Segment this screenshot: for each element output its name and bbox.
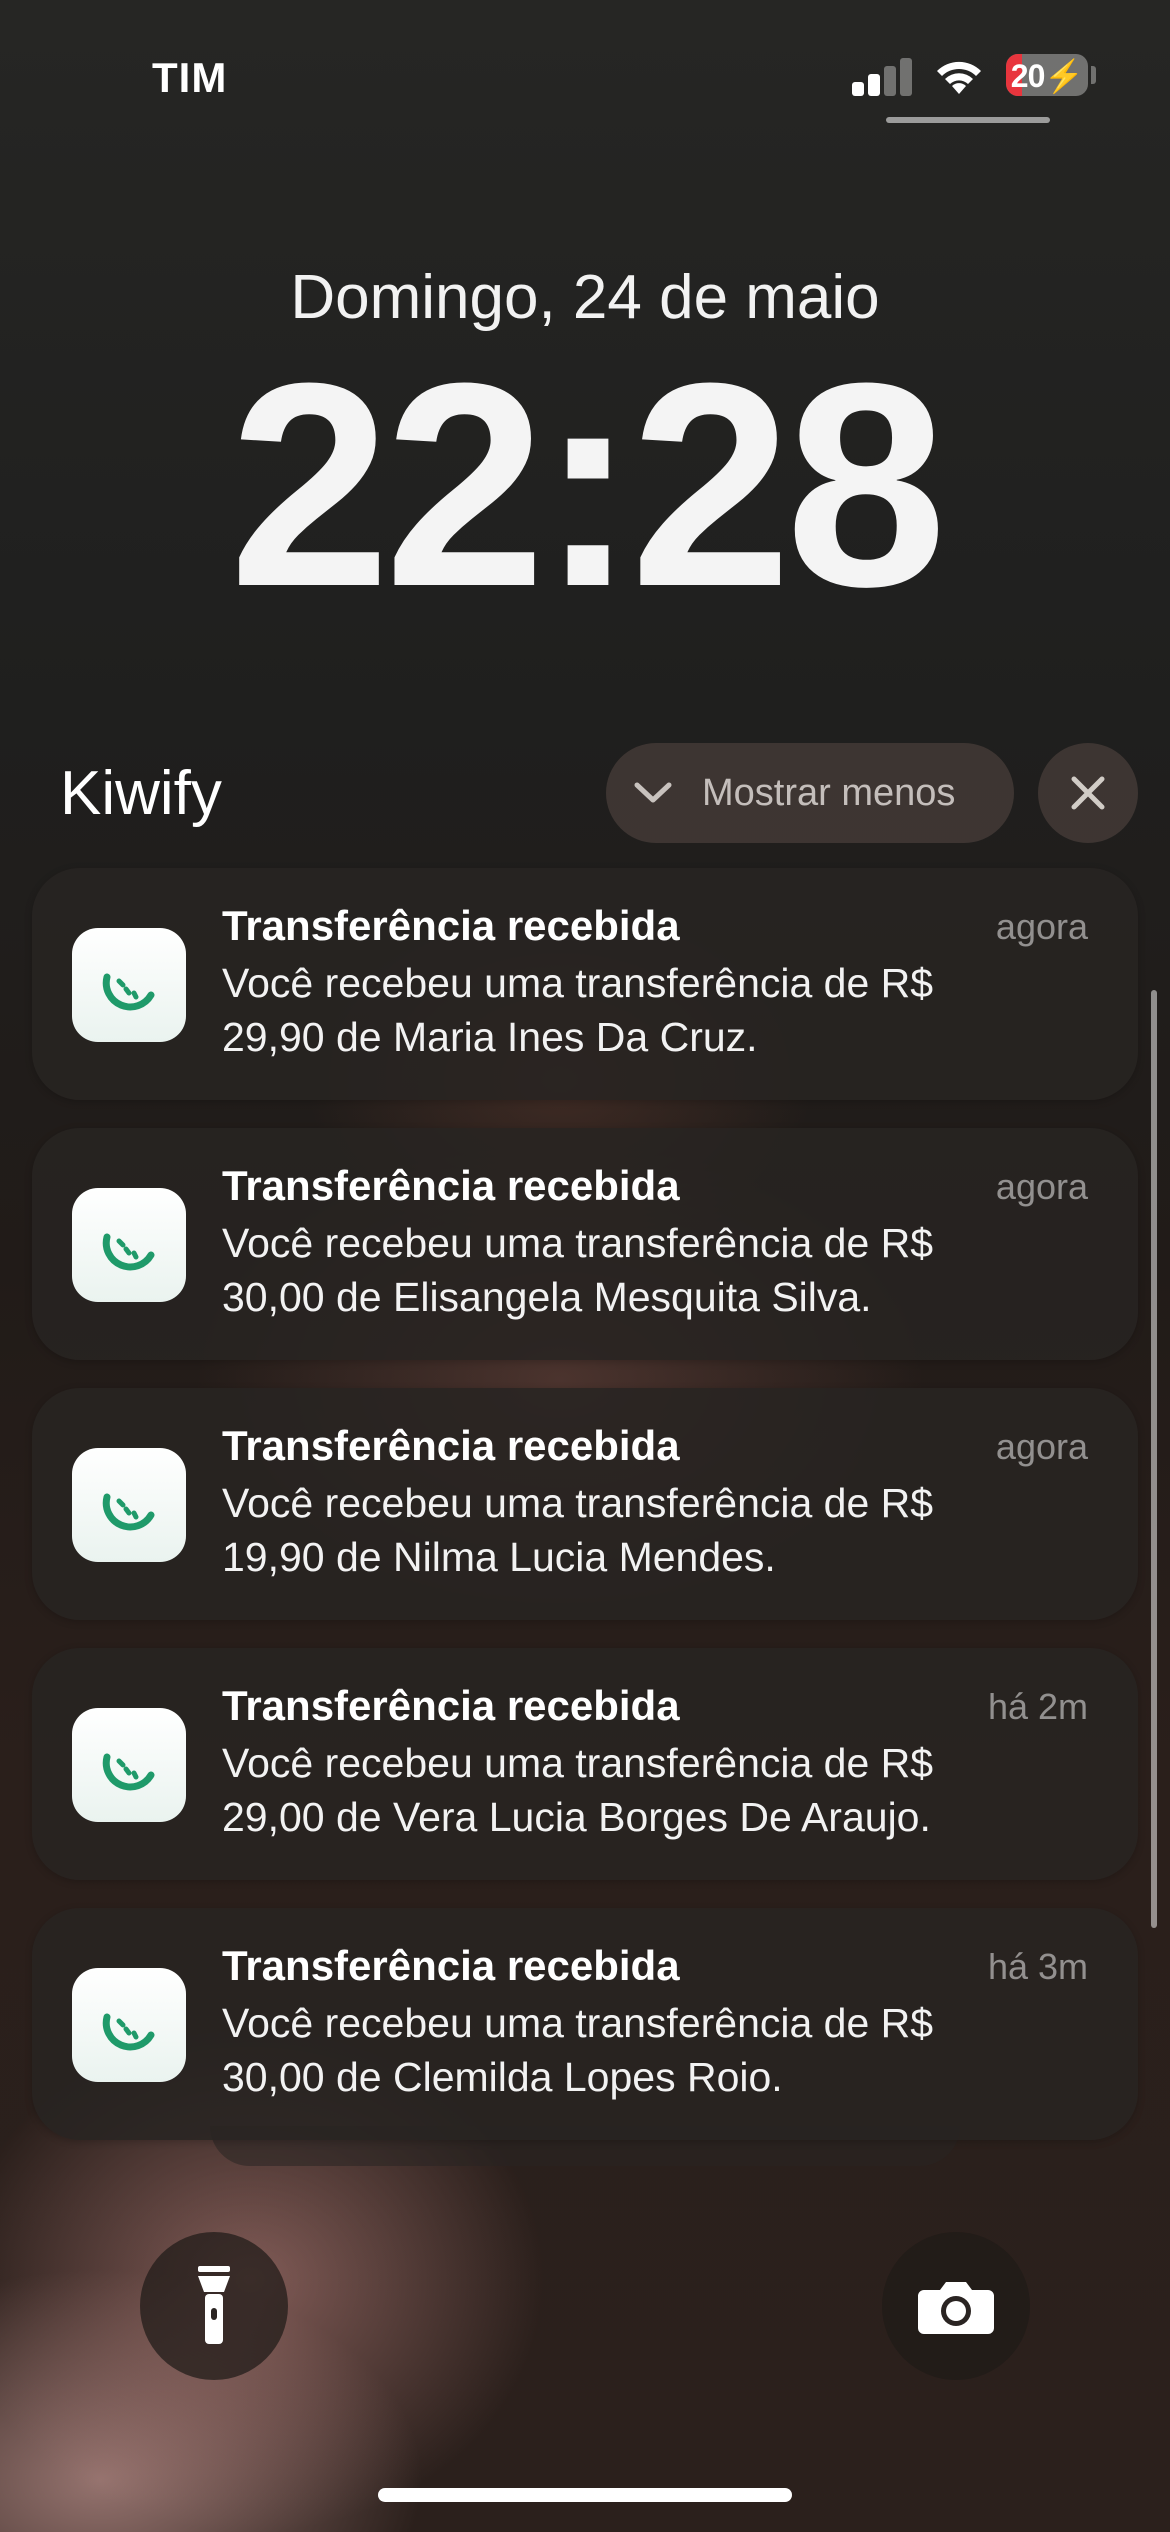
notification-time: há 3m (987, 1946, 1088, 1987)
notification-title: Transferência recebida (222, 1942, 680, 1989)
notification-title: Transferência recebida (222, 1422, 680, 1469)
flashlight-icon (198, 2266, 230, 2344)
cellular-signal-icon (852, 56, 914, 96)
notification-card[interactable]: Transferência recebida agora Você recebe… (32, 868, 1138, 1100)
notification-card[interactable]: Transferência recebida há 3m Você recebe… (32, 1908, 1138, 2140)
notification-card[interactable]: Transferência recebida agora Você recebe… (32, 1388, 1138, 1620)
control-center-handle[interactable] (886, 117, 1050, 123)
chevron-down-icon (634, 782, 672, 803)
notification-title: Transferência recebida (222, 1162, 680, 1209)
notification-title: Transferência recebida (222, 902, 680, 949)
battery-tip (1091, 66, 1096, 84)
notification-card[interactable]: Transferência recebida agora Você recebe… (32, 1128, 1138, 1360)
notification-body: Você recebeu uma transferência de R$ 19,… (222, 1480, 934, 1580)
wifi-icon (937, 61, 981, 94)
notification-scrollbar[interactable] (1151, 990, 1157, 1928)
battery-percent: 20⚡ (1010, 58, 1084, 94)
clear-group-button[interactable] (1038, 743, 1138, 843)
notification-title: Transferência recebida (222, 1682, 680, 1729)
notification-time: agora (995, 1426, 1088, 1467)
kiwify-app-icon (72, 928, 186, 1042)
kiwify-app-icon (72, 1708, 186, 1822)
home-indicator[interactable] (378, 2488, 792, 2502)
kiwify-app-icon (72, 1448, 186, 1562)
status-bar: TIM 20⚡ (0, 0, 1170, 150)
notification-time: agora (995, 906, 1088, 947)
notification-time: agora (995, 1166, 1088, 1207)
lock-time: 22:28 (229, 323, 947, 647)
camera-button[interactable] (882, 2232, 1030, 2380)
flashlight-button[interactable] (140, 2232, 288, 2380)
camera-icon (918, 2282, 994, 2334)
kiwify-app-icon (72, 1188, 186, 1302)
show-less-button[interactable]: Mostrar menos (606, 743, 1014, 843)
notification-body: Você recebeu uma transferência de R$ 30,… (222, 1220, 934, 1320)
show-less-label: Mostrar menos (702, 771, 956, 814)
notification-time: há 2m (987, 1686, 1088, 1727)
close-icon (1071, 776, 1105, 810)
notification-card[interactable]: Transferência recebida há 2m Você recebe… (32, 1648, 1138, 1880)
notification-body: Você recebeu uma transferência de R$ 30,… (222, 2000, 934, 2100)
notification-body: Você recebeu uma transferência de R$ 29,… (222, 960, 934, 1060)
kiwify-app-icon (72, 1968, 186, 2082)
carrier-name: TIM (152, 54, 228, 101)
notification-body: Você recebeu uma transferência de R$ 29,… (222, 1740, 934, 1840)
notification-group-header: Kiwify Mostrar menos (0, 740, 1170, 843)
battery-icon: 20⚡ (1006, 54, 1088, 96)
group-app-name: Kiwify (60, 759, 222, 828)
